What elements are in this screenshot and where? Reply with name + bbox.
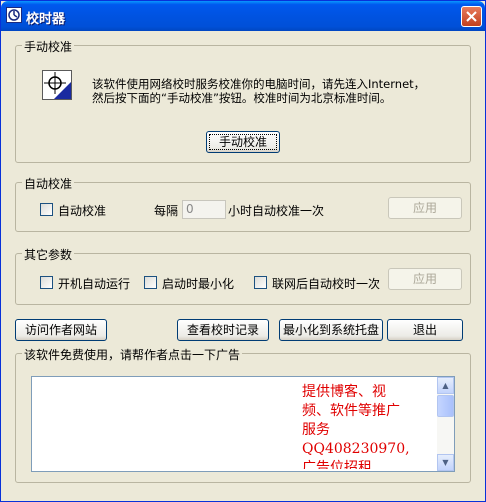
ad-line-4: QQ408230970, bbox=[302, 441, 410, 457]
main-window: 校时器 手动校准 该软件使用网络校时服务校准你的电脑时间，请先连入Interne… bbox=[0, 0, 486, 502]
ad-line-2: 频、软件等推广 bbox=[302, 403, 400, 419]
interval-input[interactable]: 0 bbox=[182, 200, 226, 219]
ad-textarea[interactable]: 提供博客、视 频、软件等推广 服务 QQ408230970, 广告位招租 ▲ ▼ bbox=[31, 376, 455, 472]
other-apply-button[interactable]: 应用 bbox=[388, 268, 462, 290]
ad-group-title: 该软件免费使用，请帮作者点击一下广告 bbox=[22, 346, 243, 363]
ad-text: 提供博客、视 频、软件等推广 服务 QQ408230970, 广告位招租 bbox=[302, 383, 440, 469]
manual-group-title: 手动校准 bbox=[22, 38, 75, 55]
view-log-button[interactable]: 查看校时记录 bbox=[177, 319, 269, 341]
scroll-thumb[interactable] bbox=[437, 395, 454, 417]
close-icon bbox=[466, 11, 477, 22]
interval-label: 每隔 bbox=[154, 204, 179, 218]
ad-line-3: 服务 bbox=[302, 422, 330, 438]
scroll-down-icon[interactable]: ▼ bbox=[437, 454, 454, 471]
title-bar[interactable]: 校时器 bbox=[1, 1, 485, 31]
crosshair-clock-icon bbox=[42, 70, 72, 100]
scroll-up-icon[interactable]: ▲ bbox=[437, 377, 454, 394]
ad-line-5: 广告位招租 bbox=[302, 460, 372, 469]
online-sync-label: 联网后自动校时一次 bbox=[272, 277, 381, 291]
clock-app-icon bbox=[6, 7, 22, 23]
close-button[interactable] bbox=[461, 6, 482, 27]
online-sync-checkbox[interactable] bbox=[254, 276, 267, 289]
visit-author-site-button[interactable]: 访问作者网站 bbox=[15, 319, 107, 341]
ad-line-1: 提供博客、视 bbox=[302, 384, 386, 400]
interval-suffix-label: 小时自动校准一次 bbox=[228, 204, 325, 218]
startup-label: 开机自动运行 bbox=[58, 277, 131, 291]
auto-group-title: 自动校准 bbox=[22, 175, 75, 192]
other-group-title: 其它参数 bbox=[22, 246, 75, 263]
manual-group: 手动校准 该软件使用网络校时服务校准你的电脑时间，请先连入Internet， 然… bbox=[15, 38, 471, 163]
manual-description-line2: 然后按下面的“手动校准”按钮。校准时间为北京标准时间。 bbox=[92, 91, 392, 105]
minimize-checkbox[interactable] bbox=[144, 276, 157, 289]
startup-checkbox[interactable] bbox=[40, 276, 53, 289]
other-group: 其它参数 开机自动运行 启动时最小化 联网后自动校时一次 应用 bbox=[15, 246, 471, 305]
ad-scrollbar[interactable]: ▲ ▼ bbox=[437, 377, 454, 471]
auto-apply-button[interactable]: 应用 bbox=[388, 197, 462, 219]
manual-calibrate-button[interactable]: 手动校准 bbox=[206, 131, 280, 153]
auto-calibrate-label: 自动校准 bbox=[58, 204, 107, 218]
minimize-label: 启动时最小化 bbox=[162, 277, 235, 291]
minimize-to-tray-button[interactable]: 最小化到系统托盘 bbox=[279, 319, 383, 341]
auto-group: 自动校准 自动校准 每隔 0 小时自动校准一次 应用 bbox=[15, 175, 471, 232]
auto-calibrate-checkbox[interactable] bbox=[40, 203, 53, 216]
window-title: 校时器 bbox=[26, 12, 66, 27]
exit-button[interactable]: 退出 bbox=[387, 319, 463, 341]
